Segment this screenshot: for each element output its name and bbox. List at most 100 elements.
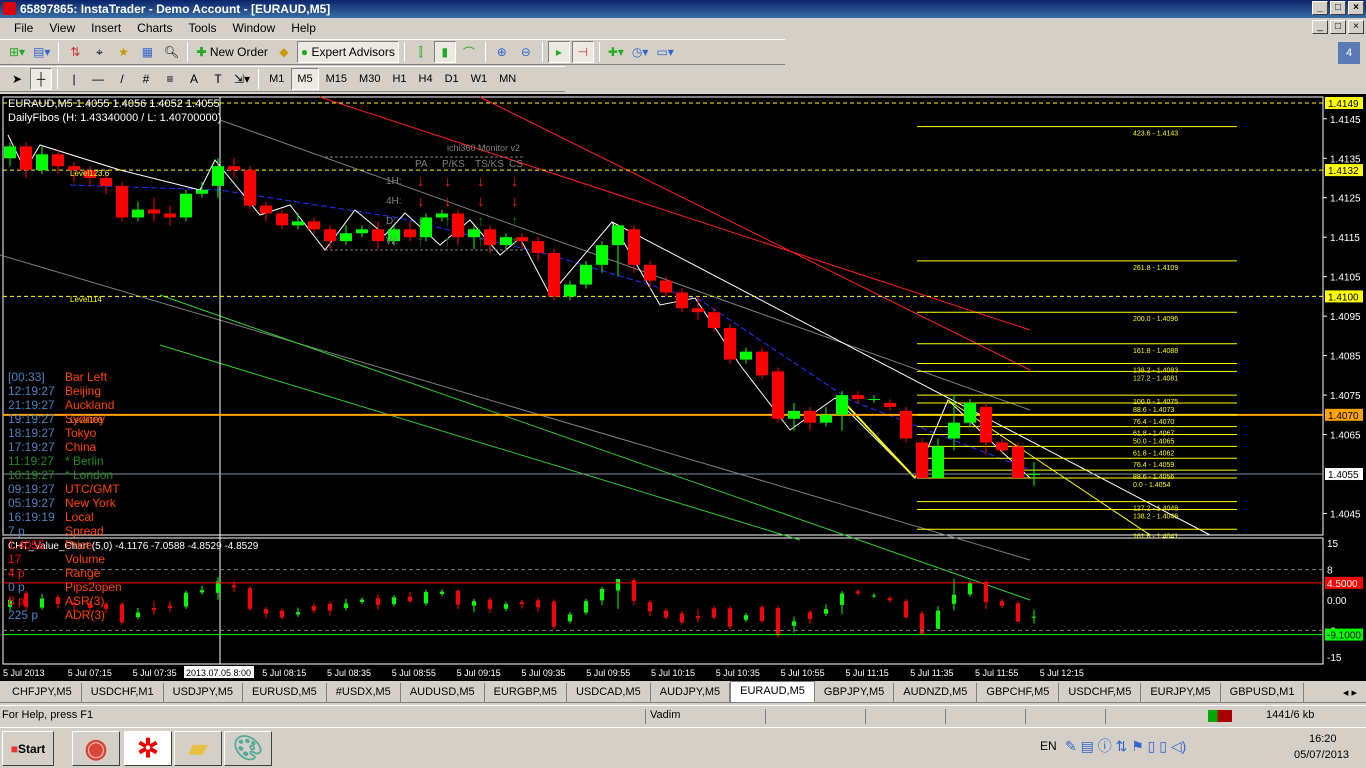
info-label: Beijing xyxy=(65,384,102,398)
expert-advisors-button[interactable]: ● Expert Advisors xyxy=(296,41,399,63)
chart-tab[interactable]: EURUSD,M5 xyxy=(243,683,327,702)
child-minimize-button[interactable]: _ xyxy=(1312,20,1328,34)
autoscroll-icon[interactable]: ▸ xyxy=(547,41,570,63)
periods-icon[interactable]: ◷▾ xyxy=(629,41,652,63)
timeframe-h1[interactable]: H1 xyxy=(387,68,411,90)
horizontal-line-icon[interactable]: — xyxy=(87,68,109,90)
chart-tab[interactable]: USDCHF,M1 xyxy=(82,683,164,702)
info-label: ASR(3) xyxy=(65,594,105,608)
level-label: Level114 xyxy=(70,295,102,304)
start-label: Start xyxy=(17,741,46,756)
value-chart-bar xyxy=(1016,603,1020,622)
menu-tools[interactable]: Tools xyxy=(181,21,225,35)
close-button[interactable]: × xyxy=(1348,1,1364,15)
zoom-in-icon[interactable]: ⊕ xyxy=(491,41,513,63)
timeframe-m30[interactable]: M30 xyxy=(354,68,385,90)
chart-shift-icon[interactable]: ⊣ xyxy=(571,41,594,63)
cursor-icon[interactable]: ➤ xyxy=(6,68,28,90)
start-button[interactable]: ■ Start xyxy=(2,731,54,766)
arrows-icon[interactable]: ⇲▾ xyxy=(231,68,253,90)
zoom-out-icon[interactable]: ⊖ xyxy=(515,41,537,63)
tab-scroll-arrows-icon[interactable]: ◂ ▸ xyxy=(1334,683,1366,702)
timeframe-mn[interactable]: MN xyxy=(494,68,521,90)
strategy-tester-icon[interactable]: 🔍︎ xyxy=(160,41,182,63)
info-value: 225 p xyxy=(8,608,39,622)
chart-tab[interactable]: AUDNZD,M5 xyxy=(894,683,978,702)
metaeditor-icon[interactable]: ◆ xyxy=(273,41,295,63)
crosshair-icon[interactable]: ┼ xyxy=(30,68,52,90)
chart-tab[interactable]: #USDX,M5 xyxy=(327,683,401,702)
chart-tab[interactable]: EURJPY,M5 xyxy=(1141,683,1221,702)
indicator-label: DailyFibos (H: 1.43340000 / L: 1.4070000… xyxy=(8,112,221,124)
profiles-icon[interactable]: ▤▾ xyxy=(30,41,53,63)
language-indicator[interactable]: EN xyxy=(1040,739,1057,753)
text-label-icon[interactable]: T xyxy=(207,68,229,90)
terminal-icon[interactable]: ▦ xyxy=(136,41,158,63)
info-label: Local xyxy=(65,510,94,524)
arrow-up-icon: ↑ xyxy=(444,213,452,230)
templates-icon[interactable]: ▭▾ xyxy=(653,41,676,63)
info-row: 16:19:19 Local xyxy=(8,510,122,524)
arrow-down-icon: ↓ xyxy=(511,173,519,190)
fibonacci-icon[interactable]: ≡ xyxy=(159,68,181,90)
timeframe-m5[interactable]: M5 xyxy=(291,68,319,90)
fib-anchor-line xyxy=(947,399,1151,536)
child-restore-button[interactable]: □ xyxy=(1330,20,1346,34)
clock-time[interactable]: 16:20 xyxy=(1309,733,1337,745)
market-watch-icon[interactable]: ⇅ xyxy=(64,41,86,63)
chart-tab[interactable]: USDCHF,M5 xyxy=(1059,683,1142,702)
chart-tab[interactable]: AUDJPY,M5 xyxy=(651,683,731,702)
menu-view[interactable]: View xyxy=(41,21,83,35)
chart-tab[interactable]: USDCAD,M5 xyxy=(567,683,651,702)
value-chart-bar xyxy=(168,605,172,608)
clock-date[interactable]: 05/07/2013 xyxy=(1294,749,1349,761)
tray-icons[interactable]: ✎ ▤ ⓘ ⇅ ⚑ ▯ ▯ ◁) xyxy=(1065,736,1186,756)
chart-window[interactable]: 1.4149 1.4132 1.4100 1.4070 1.4055 423.6 - 1.… xyxy=(0,94,1366,681)
candle-body xyxy=(276,213,288,226)
instatrader-taskbar-icon[interactable]: ✲ xyxy=(124,731,172,766)
equidistant-channel-icon[interactable]: # xyxy=(135,68,157,90)
minimize-button[interactable]: _ xyxy=(1312,1,1328,15)
candle-body xyxy=(180,193,192,218)
child-close-button[interactable]: × xyxy=(1348,20,1364,34)
menu-help[interactable]: Help xyxy=(283,21,324,35)
menu-insert[interactable]: Insert xyxy=(83,21,129,35)
line-chart-icon[interactable]: ⌒ xyxy=(458,41,480,63)
chart-tab[interactable]: USDJPY,M5 xyxy=(164,683,243,702)
candle-body xyxy=(756,351,768,376)
menu-file[interactable]: File xyxy=(6,21,41,35)
chart-tab[interactable]: GBPUSD,M1 xyxy=(1221,683,1305,702)
maximize-button[interactable]: □ xyxy=(1330,1,1346,15)
chart-tab[interactable]: GBPCHF,M5 xyxy=(977,683,1060,702)
chart-tab[interactable]: AUDUSD,M5 xyxy=(401,683,485,702)
bar-chart-icon[interactable]: ⫿ xyxy=(410,41,432,63)
menu-charts[interactable]: Charts xyxy=(129,21,180,35)
sub-axis-tick: 0.00 xyxy=(1327,596,1347,607)
trendline-icon[interactable]: / xyxy=(111,68,133,90)
chart-tab[interactable]: EURGBP,M5 xyxy=(485,683,567,702)
new-order-button[interactable]: ✚ New Order xyxy=(193,41,270,63)
chart-tab[interactable]: CHFJPY,M5 xyxy=(3,683,82,702)
menu-window[interactable]: Window xyxy=(225,21,284,35)
indicators-icon[interactable]: ✚▾ xyxy=(605,41,627,63)
chart-tab[interactable]: GBPJPY,M5 xyxy=(815,683,895,702)
explorer-taskbar-icon[interactable]: ▰ xyxy=(174,731,222,766)
app-icon xyxy=(3,2,16,15)
data-window-icon[interactable]: ⌖ xyxy=(88,41,110,63)
info-value: 21:19:27 xyxy=(8,398,55,412)
notification-badge[interactable]: 4 xyxy=(1338,42,1360,64)
timeframe-w1[interactable]: W1 xyxy=(466,68,493,90)
timeframe-m1[interactable]: M1 xyxy=(264,68,289,90)
timeframe-h4[interactable]: H4 xyxy=(414,68,438,90)
candlestick-icon[interactable]: ▮ xyxy=(433,41,456,63)
vertical-line-icon[interactable]: | xyxy=(63,68,85,90)
timeframe-m15[interactable]: M15 xyxy=(321,68,352,90)
paint-taskbar-icon[interactable]: 🎨︎ xyxy=(224,731,272,766)
text-icon[interactable]: A xyxy=(183,68,205,90)
timeframe-d1[interactable]: D1 xyxy=(440,68,464,90)
chart-tab[interactable]: EURAUD,M5 xyxy=(730,681,815,702)
new-chart-icon[interactable]: ⊞▾ xyxy=(6,41,28,63)
chrome-taskbar-icon[interactable]: ◉ xyxy=(72,731,120,766)
candle-body xyxy=(676,292,688,309)
navigator-icon[interactable]: ★ xyxy=(112,41,134,63)
